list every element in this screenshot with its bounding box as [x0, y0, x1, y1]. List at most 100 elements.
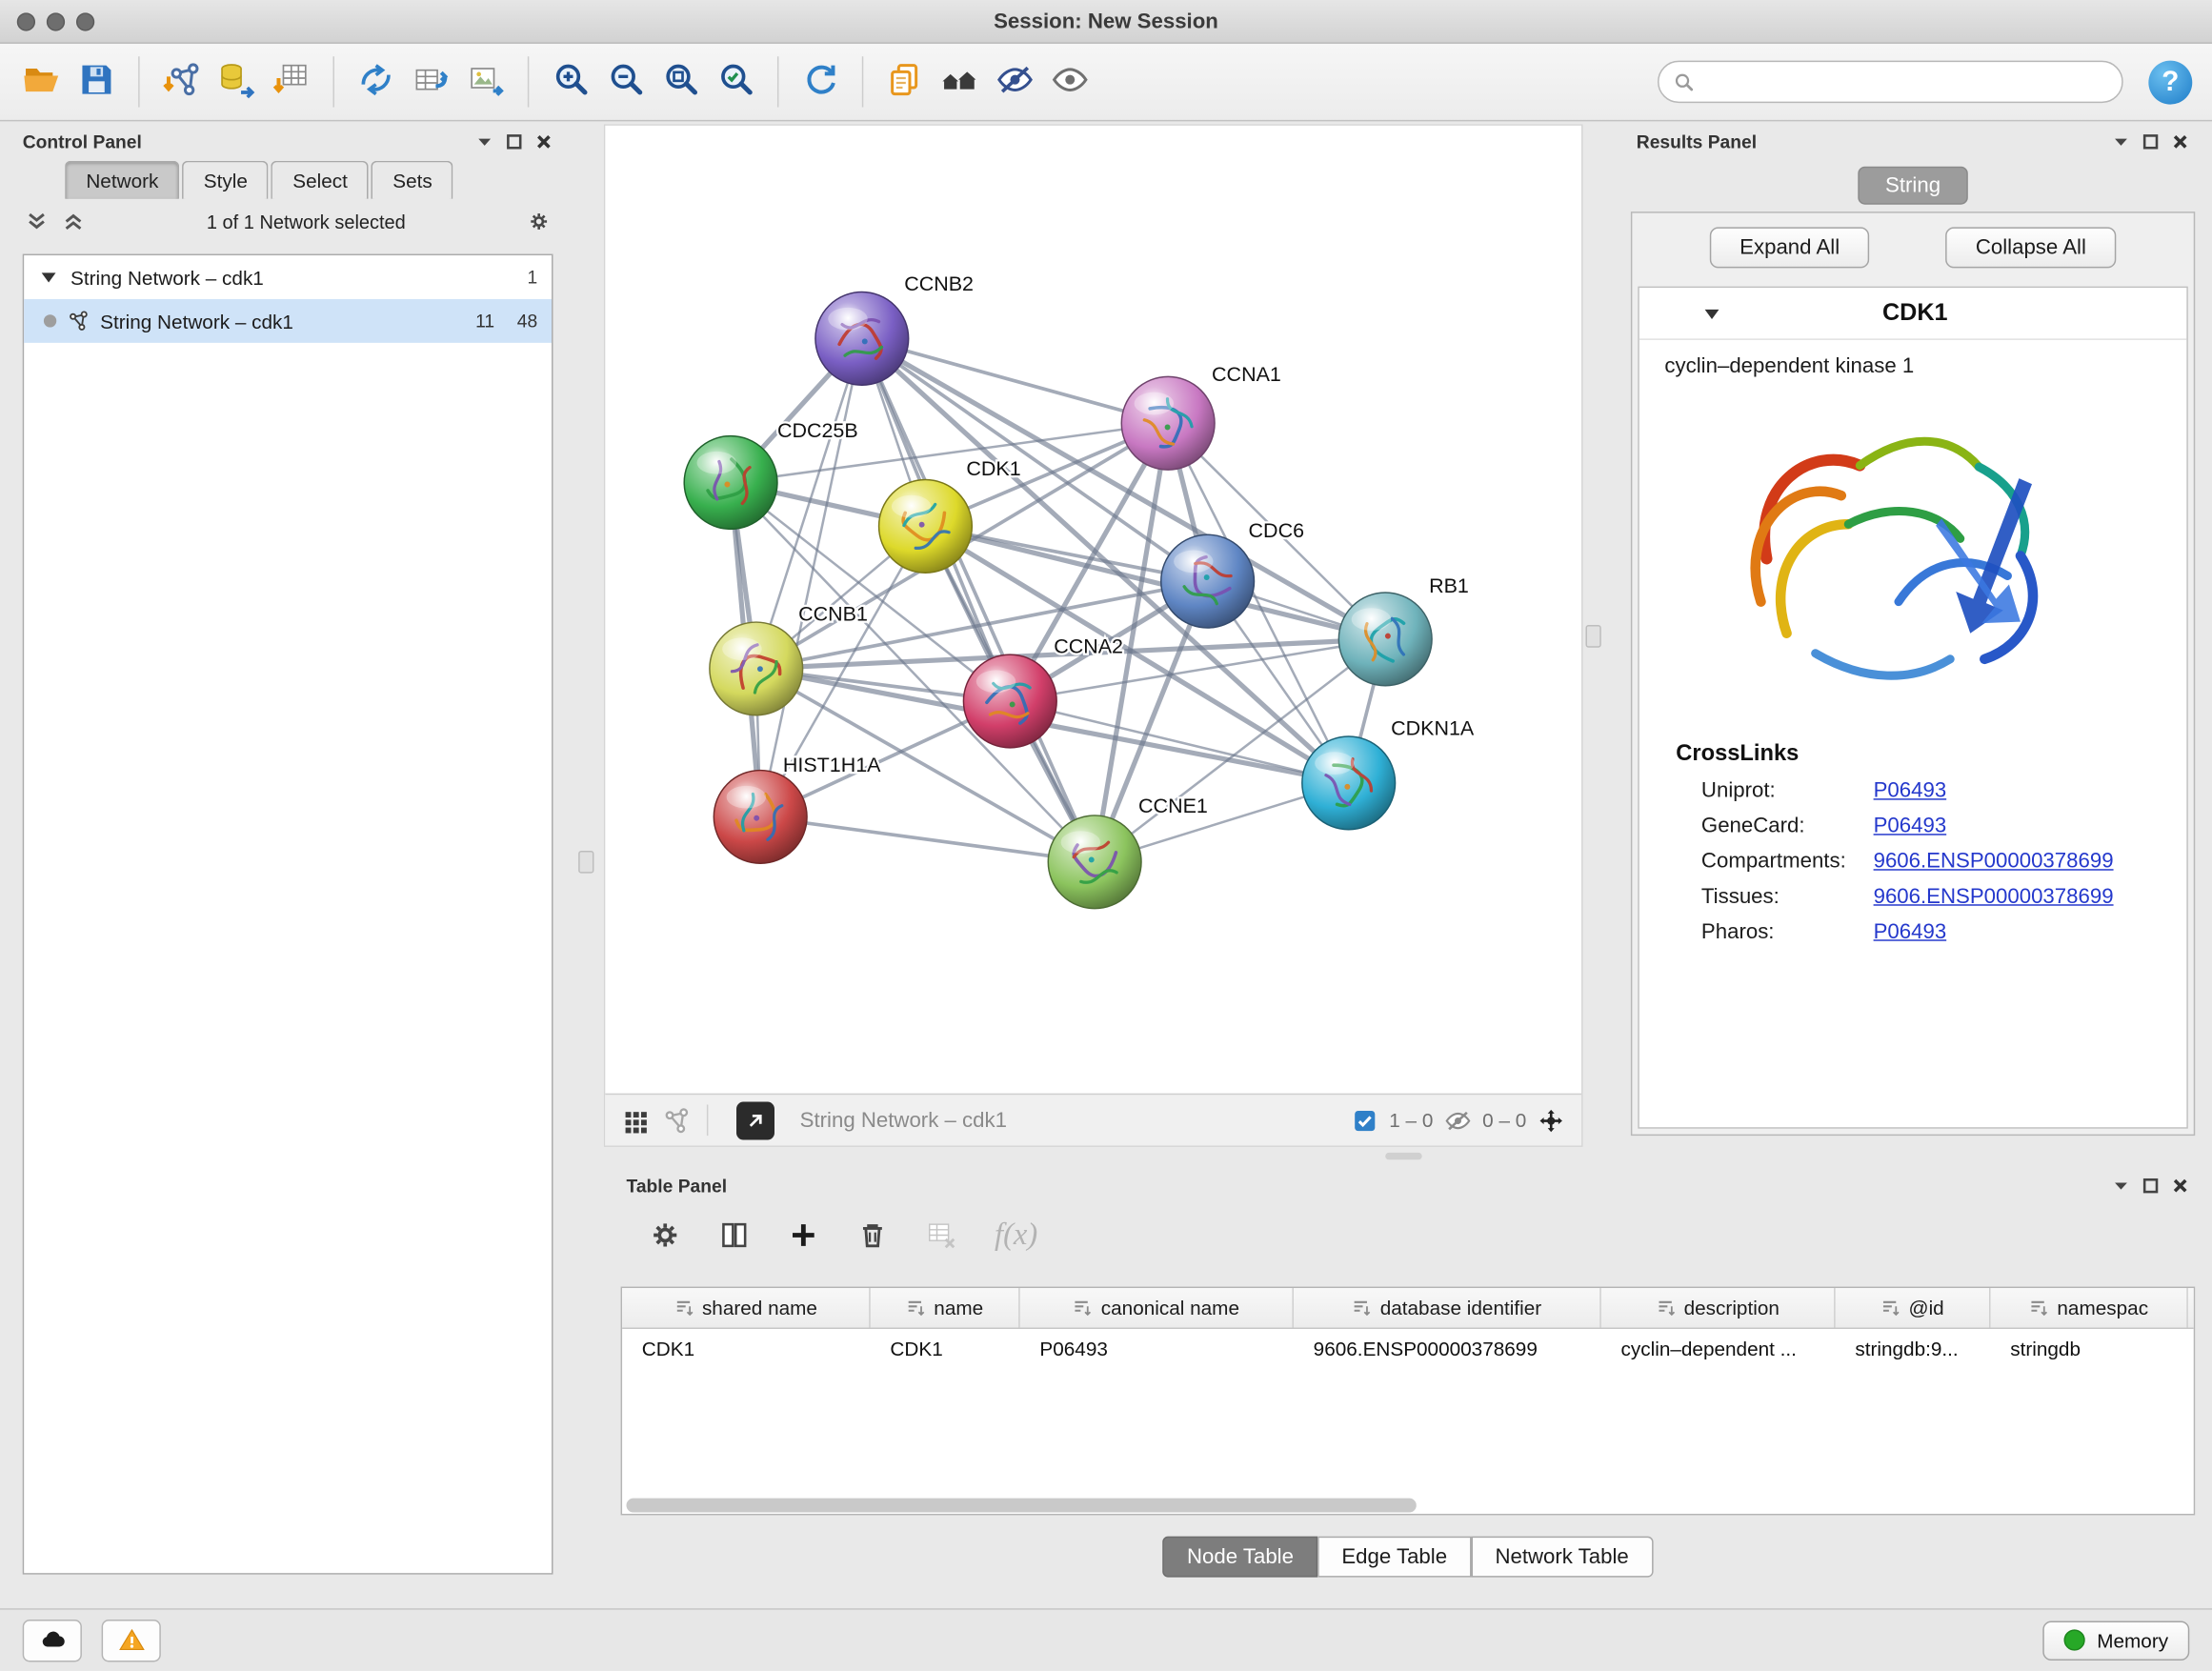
- column-header-canonical-name[interactable]: canonical name: [1020, 1288, 1294, 1327]
- zoom-window-button[interactable]: [76, 12, 94, 30]
- crosslink-value-link[interactable]: 9606.ENSP00000378699: [1874, 849, 2114, 873]
- memory-button[interactable]: Memory: [2043, 1621, 2189, 1660]
- column-header-@id[interactable]: @id: [1836, 1288, 1991, 1327]
- collapse-panel-icon[interactable]: [2112, 131, 2130, 150]
- table-cell[interactable]: CDK1: [871, 1337, 1020, 1359]
- table-cell[interactable]: stringdb: [1991, 1337, 2188, 1359]
- node-RB1[interactable]: [1338, 593, 1432, 686]
- zoom-out-button[interactable]: [604, 58, 648, 106]
- column-header-shared-name[interactable]: shared name: [622, 1288, 871, 1327]
- table-cell[interactable]: 9606.ENSP00000378699: [1294, 1337, 1601, 1359]
- crosslink-value-link[interactable]: P06493: [1874, 920, 1947, 944]
- column-header-database-identifier[interactable]: database identifier: [1294, 1288, 1601, 1327]
- clone-network-button[interactable]: [409, 58, 452, 106]
- collapse-all-networks-icon[interactable]: [26, 211, 49, 233]
- edge-HIST1H1A-CCNE1[interactable]: [760, 816, 1095, 861]
- node-CCNA1[interactable]: [1121, 376, 1215, 470]
- network-row-selected[interactable]: String Network – cdk1 11 48: [24, 299, 552, 343]
- float-panel-icon[interactable]: [505, 131, 523, 150]
- search-input[interactable]: [1702, 70, 2107, 95]
- tab-node-table[interactable]: Node Table: [1163, 1537, 1317, 1578]
- tab-network[interactable]: Network: [65, 161, 179, 199]
- birds-eye-view-icon[interactable]: [622, 1107, 649, 1134]
- edge-CCNA2-CDKN1A[interactable]: [1010, 701, 1348, 783]
- node-CCNB2[interactable]: [815, 292, 909, 386]
- hidden-elements-icon[interactable]: [1444, 1107, 1471, 1134]
- left-splitter-handle[interactable]: [578, 851, 593, 874]
- table-cell[interactable]: P06493: [1020, 1337, 1294, 1359]
- node-HIST1H1A[interactable]: [714, 771, 807, 864]
- network-collection-row[interactable]: String Network – cdk1 1: [24, 255, 552, 299]
- float-panel-icon[interactable]: [2142, 1176, 2160, 1194]
- import-table-from-file-button[interactable]: [270, 58, 313, 106]
- collapse-panel-icon[interactable]: [2112, 1176, 2130, 1194]
- copy-document-button[interactable]: [883, 58, 927, 106]
- tab-edge-table[interactable]: Edge Table: [1317, 1537, 1471, 1578]
- show-columns-icon[interactable]: [718, 1218, 751, 1251]
- tab-network-table[interactable]: Network Table: [1471, 1537, 1653, 1578]
- network-overview-icon[interactable]: [663, 1107, 690, 1134]
- save-session-button[interactable]: [74, 58, 118, 106]
- redraw-graph-button[interactable]: [798, 58, 842, 106]
- delete-column-icon[interactable]: [856, 1218, 889, 1251]
- add-column-icon[interactable]: [787, 1218, 819, 1251]
- collapse-all-button[interactable]: Collapse All: [1946, 227, 2116, 268]
- show-all-button[interactable]: [1048, 58, 1092, 106]
- close-panel-icon[interactable]: [2171, 131, 2189, 150]
- edge-CCNB2-HIST1H1A[interactable]: [760, 338, 862, 816]
- node-CCNB1[interactable]: [710, 622, 803, 715]
- column-header-name[interactable]: name: [871, 1288, 1020, 1327]
- close-panel-icon[interactable]: [2171, 1176, 2189, 1194]
- network-from-selection-button[interactable]: [354, 58, 398, 106]
- expand-collection-icon[interactable]: [38, 267, 59, 288]
- fit-center-move-icon[interactable]: [1538, 1107, 1564, 1134]
- node-CCNA2[interactable]: [963, 654, 1056, 748]
- open-session-button[interactable]: [20, 58, 64, 106]
- horizontal-scrollbar-thumb[interactable]: [627, 1499, 1417, 1513]
- column-header-namespac[interactable]: namespac: [1991, 1288, 2188, 1327]
- import-network-from-database-button[interactable]: [214, 58, 258, 106]
- node-CCNE1[interactable]: [1048, 815, 1141, 909]
- table-cell[interactable]: cyclin–dependent ...: [1601, 1337, 1836, 1359]
- horizontal-splitter-handle[interactable]: [1385, 1153, 1422, 1159]
- zoom-selected-button[interactable]: [714, 58, 757, 106]
- table-options-gear-icon[interactable]: [649, 1218, 681, 1251]
- zoom-in-button[interactable]: [549, 58, 593, 106]
- selected-nodes-checkbox-icon[interactable]: [1351, 1107, 1377, 1134]
- edge-CCNB2-CCNE1[interactable]: [862, 338, 1095, 861]
- close-panel-icon[interactable]: [534, 131, 553, 150]
- zoom-fit-content-button[interactable]: [659, 58, 703, 106]
- open-in-new-window-button[interactable]: [736, 1101, 774, 1139]
- node-CDC6[interactable]: [1161, 534, 1255, 628]
- export-image-button[interactable]: [464, 58, 508, 106]
- float-panel-icon[interactable]: [2142, 131, 2160, 150]
- right-splitter-handle[interactable]: [1585, 625, 1600, 648]
- show-home-button[interactable]: [938, 58, 982, 106]
- expand-all-button[interactable]: Expand All: [1710, 227, 1869, 268]
- expand-all-networks-icon[interactable]: [62, 211, 85, 233]
- warnings-button[interactable]: [102, 1619, 161, 1661]
- tab-sets[interactable]: Sets: [372, 161, 453, 199]
- hide-selected-button[interactable]: [994, 58, 1037, 106]
- import-network-from-file-button[interactable]: [159, 58, 203, 106]
- tab-select[interactable]: Select: [271, 161, 369, 199]
- collapse-panel-icon[interactable]: [475, 131, 493, 150]
- crosslink-value-link[interactable]: P06493: [1874, 778, 1947, 802]
- table-row[interactable]: CDK1CDK1P064939606.ENSP00000378699cyclin…: [622, 1329, 2194, 1367]
- node-CDK1[interactable]: [879, 479, 973, 573]
- collapse-section-icon[interactable]: [1701, 303, 1722, 324]
- table-cell[interactable]: stringdb:9...: [1836, 1337, 1991, 1359]
- node-CDKN1A[interactable]: [1302, 736, 1396, 830]
- close-window-button[interactable]: [17, 12, 35, 30]
- network-options-gear-icon[interactable]: [528, 211, 551, 233]
- crosslink-value-link[interactable]: 9606.ENSP00000378699: [1874, 885, 2114, 909]
- tab-string[interactable]: String: [1859, 167, 1967, 205]
- column-header-description[interactable]: description: [1601, 1288, 1836, 1327]
- tab-style[interactable]: Style: [183, 161, 270, 199]
- cloud-status-button[interactable]: [23, 1619, 82, 1661]
- crosslink-value-link[interactable]: P06493: [1874, 814, 1947, 837]
- help-button[interactable]: ?: [2148, 60, 2192, 104]
- table-cell[interactable]: CDK1: [622, 1337, 871, 1359]
- node-CDC25B[interactable]: [684, 436, 777, 530]
- network-canvas[interactable]: CCNB2CCNA1CDC25BCDK1CDC6RB1CCNB1CCNA2CDK…: [605, 126, 1584, 1095]
